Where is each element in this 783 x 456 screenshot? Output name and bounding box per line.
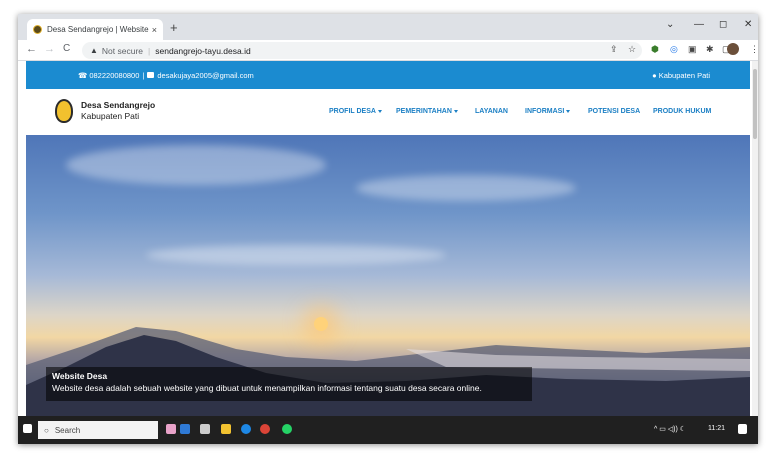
site-header: Desa Sendangrejo Kabupaten Pati PROFIL D… [26, 89, 750, 135]
windows-taskbar: ○ Search ^ ▭ ◁)) ☾ 11:21 [18, 416, 758, 444]
extension-icon[interactable]: ◎ [670, 44, 678, 55]
region-label: Kabupaten Pati [658, 70, 710, 80]
phone-number: 082220080800 [89, 70, 140, 80]
extension-icon[interactable]: ▣ [688, 44, 697, 55]
hero-banner: Website Desa Website desa adalah sebuah … [26, 135, 750, 416]
contact-divider: | [142, 70, 145, 80]
whatsapp-icon[interactable] [282, 424, 292, 434]
tab-strip: Desa Sendangrejo | Website Desa × + ⌄ — … [18, 14, 758, 40]
browser-window: Desa Sendangrejo | Website Desa × + ⌄ — … [18, 14, 758, 444]
address-bar[interactable]: ▲ Not secure | sendangrejo-tayu.desa.id [82, 42, 642, 59]
reload-icon[interactable]: C [63, 43, 70, 54]
browser-menu-icon[interactable]: ⋮ [750, 44, 758, 55]
scrollbar-thumb[interactable] [753, 69, 757, 139]
edge-icon[interactable] [241, 424, 251, 434]
minimize-button[interactable]: — [694, 19, 704, 30]
weather-widget-icon[interactable] [166, 424, 176, 434]
restore-button[interactable]: ◻ [719, 19, 727, 30]
page-scrollbar[interactable] [752, 61, 758, 416]
address-separator: | [148, 45, 151, 56]
phone-icon: ☎ [78, 70, 88, 80]
windows-start-icon[interactable] [23, 424, 32, 433]
clock[interactable]: 11:21 [708, 425, 725, 432]
chevron-down-icon [453, 109, 458, 113]
region-link[interactable]: ● Kabupaten Pati [652, 71, 710, 80]
email-icon [147, 72, 155, 78]
taskbar-search-box[interactable]: ○ Search [38, 421, 158, 439]
nav-profil-desa[interactable]: PROFIL DESA [329, 108, 382, 115]
caption-text: Website desa adalah sebuah website yang … [52, 383, 482, 393]
file-explorer-icon[interactable] [221, 424, 231, 434]
chevron-down-icon [377, 109, 382, 113]
contact-bar: ☎ 082220080800 | desakujaya2005@gmail.co… [26, 61, 750, 89]
tab-close-icon[interactable]: × [152, 25, 157, 35]
nav-pemerintahan[interactable]: PEMERINTAHAN [396, 108, 458, 115]
search-placeholder: Search [54, 425, 81, 435]
extensions-puzzle-icon[interactable]: ✱ [706, 44, 714, 55]
nav-potensi-desa[interactable]: POTENSI DESA [588, 108, 640, 115]
back-icon[interactable]: ← [26, 43, 37, 55]
search-icon: ○ [44, 425, 49, 435]
not-secure-icon: ▲ [90, 46, 98, 55]
tab-title: Desa Sendangrejo | Website Desa [47, 25, 151, 34]
site-title[interactable]: Desa Sendangrejo [81, 100, 155, 110]
chevron-down-icon [566, 109, 571, 113]
browser-tab[interactable]: Desa Sendangrejo | Website Desa × [27, 19, 163, 40]
task-view-icon[interactable] [200, 424, 210, 434]
window-close-button[interactable]: ✕ [744, 19, 752, 30]
nav-produk-hukum[interactable]: PRODUK HUKUM [653, 108, 711, 115]
share-icon[interactable]: ⇪ [610, 44, 618, 55]
url-text: sendangrejo-tayu.desa.id [155, 45, 251, 56]
bookmark-star-icon[interactable]: ☆ [628, 44, 636, 55]
village-logo[interactable] [55, 99, 73, 123]
extension-icon[interactable]: ⬢ [651, 44, 659, 55]
tray-icons[interactable]: ^ ▭ ◁)) ☾ [654, 425, 686, 433]
email-address[interactable]: desakujaya2005@gmail.com [157, 71, 253, 80]
security-label: Not secure [101, 45, 144, 56]
new-tab-button[interactable]: + [170, 20, 178, 35]
forward-icon[interactable]: → [44, 43, 55, 55]
notification-icon[interactable] [738, 424, 747, 434]
nav-layanan[interactable]: LAYANAN [475, 108, 508, 115]
chrome-icon[interactable] [260, 424, 270, 434]
site-subtitle: Kabupaten Pati [81, 111, 140, 121]
hero-caption: Website Desa Website desa adalah sebuah … [46, 367, 532, 401]
tab-search-icon[interactable]: ⌄ [666, 19, 674, 30]
caption-title: Website Desa [52, 371, 108, 381]
site-favicon-icon [33, 25, 42, 34]
browser-toolbar: ← → C ▲ Not secure | sendangrejo-tayu.de… [18, 40, 758, 61]
globe-icon: ● [652, 70, 657, 80]
nav-informasi[interactable]: INFORMASI [525, 108, 571, 115]
widget-icon[interactable] [180, 424, 190, 434]
profile-avatar[interactable] [727, 43, 739, 55]
